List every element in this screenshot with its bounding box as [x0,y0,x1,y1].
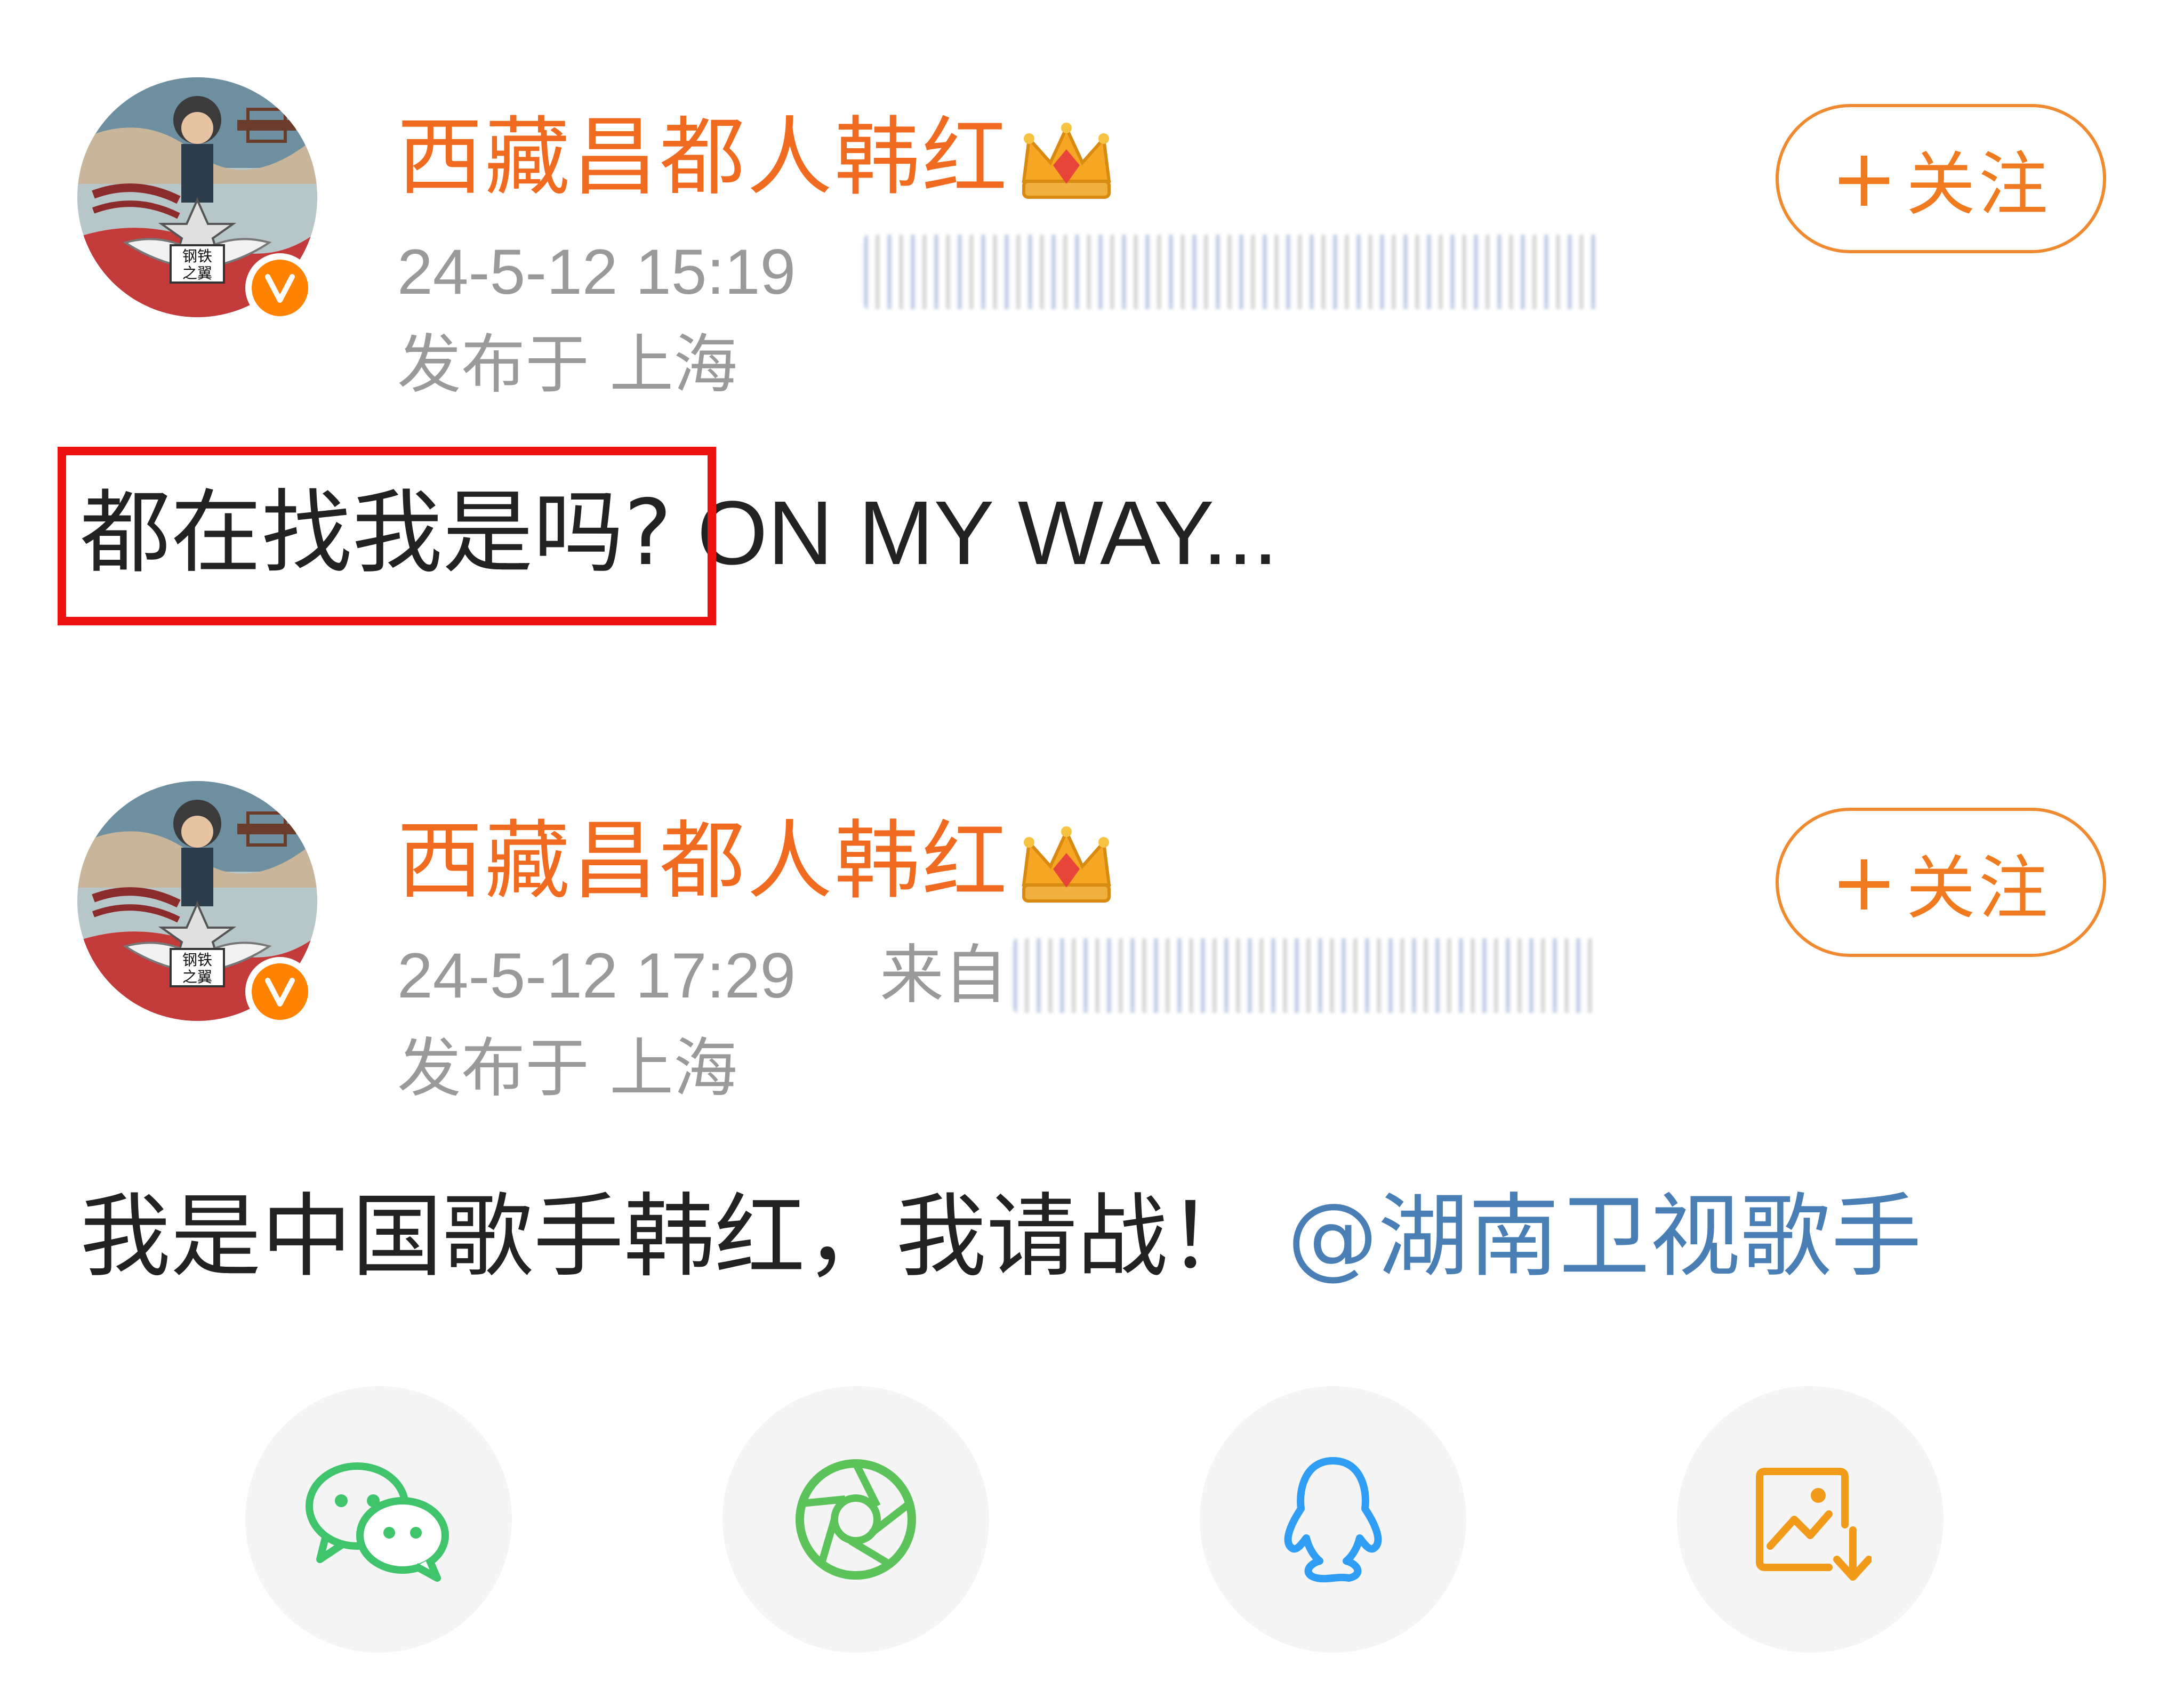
svg-text:钢铁: 钢铁 [182,951,212,969]
verified-badge-icon [245,957,315,1026]
wechat-icon [306,1462,449,1582]
qq-icon [1284,1457,1382,1583]
svg-text:之翼: 之翼 [182,968,212,986]
vip-crown-icon [1013,112,1120,208]
share-moments-button[interactable] [722,1386,989,1653]
blurred-source-info [1013,938,1600,1013]
share-qq-button[interactable] [1200,1386,1466,1653]
follow-label: 关注 [1906,144,2051,225]
post-location: 发布于 上海 [397,1032,738,1106]
blurred-source-info [864,235,1600,309]
post-source-label: 来自 [880,938,1008,1012]
share-wechat-button[interactable] [245,1386,512,1653]
svg-text:钢铁: 钢铁 [182,247,212,265]
plus-icon: + [1830,836,1901,929]
svg-text:之翼: 之翼 [182,264,212,282]
red-highlight-box [58,447,716,625]
save-image-icon [1756,1468,1872,1581]
follow-button[interactable]: + 关注 [1776,104,2106,253]
moments-icon [796,1459,916,1580]
post-body-text: 我是中国歌手韩红，我请战！ @湖南卫视歌手 [80,1184,1922,1290]
save-image-button[interactable] [1677,1386,1944,1653]
user-name[interactable]: 西藏昌都人韩红 [397,107,1009,208]
verified-badge-icon [245,253,315,323]
user-avatar[interactable]: 钢铁 之翼 [77,781,317,1026]
follow-label: 关注 [1906,848,2051,929]
post-location: 发布于 上海 [397,328,738,402]
post-text-en: ON MY WAY... [672,482,1278,584]
mention-link[interactable]: @湖南卫视歌手 [1287,1184,1922,1290]
user-avatar[interactable]: 钢铁 之翼 [77,77,317,323]
post-timestamp: 24-5-12 15:19 [397,236,796,308]
plus-icon: + [1830,132,1901,225]
post-timestamp: 24-5-12 17:29 [397,940,796,1011]
post-text-cn: 我是中国歌手韩红，我请战！ [80,1184,1259,1290]
share-bar [0,1386,2184,1663]
vip-crown-icon [1013,816,1120,912]
user-name[interactable]: 西藏昌都人韩红 [397,810,1009,912]
follow-button[interactable]: + 关注 [1776,808,2106,957]
weibo-post-page: 钢铁 之翼 西藏昌都人韩红 24-5-12 15:19 发布于 上海 + 关注 … [0,0,2184,1706]
